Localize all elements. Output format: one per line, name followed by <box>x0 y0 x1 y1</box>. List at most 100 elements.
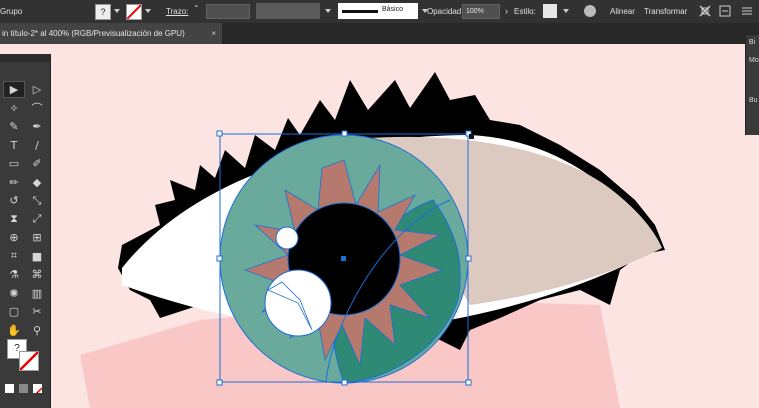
eraser-icon: ◆ <box>32 175 42 189</box>
isolate-group-icon[interactable] <box>698 4 712 18</box>
align-label[interactable]: Alinear <box>610 7 635 16</box>
paintbrush-tool[interactable]: ✐ <box>26 155 48 172</box>
style-swatch[interactable] <box>543 4 557 18</box>
opacity-label[interactable]: Opacidad: <box>427 7 463 16</box>
stroke-stepper[interactable]: ⌃ <box>193 4 201 18</box>
shape-builder-icon: ⊕ <box>9 231 19 244</box>
rotate-cursor-icon <box>469 134 474 139</box>
artboard-canvas[interactable] <box>0 44 759 408</box>
panel-item-brush[interactable]: Bu <box>749 97 758 104</box>
pencil-tool[interactable]: ✏ <box>3 174 25 191</box>
free-transform-tool[interactable]: ⤢ <box>26 211 48 228</box>
eyedropper-icon: ⚗ <box>9 268 19 281</box>
opacity-field[interactable]: 100% <box>462 4 500 19</box>
slice-tool[interactable]: ✂ <box>26 303 48 320</box>
style-dropdown-icon[interactable] <box>563 9 569 13</box>
eye-artwork[interactable] <box>0 44 759 408</box>
fill-swatch[interactable]: ? <box>95 4 111 20</box>
magic-wand-tool[interactable]: ✧ <box>3 100 25 117</box>
width-tool[interactable]: ⧗ <box>3 211 25 228</box>
width-icon: ⧗ <box>10 212 18 225</box>
pen-tool[interactable]: ✎ <box>3 118 25 135</box>
zoom-tool[interactable]: ⚲ <box>26 322 48 339</box>
rectangle-icon: ▭ <box>8 157 20 170</box>
paintbrush-icon: ✐ <box>32 157 42 170</box>
profile-dropdown-icon[interactable] <box>325 9 331 13</box>
no-stroke-icon <box>127 5 141 19</box>
symbol-sprayer-tool[interactable]: ✺ <box>3 285 25 302</box>
selection-tool[interactable]: ▶ <box>3 81 25 98</box>
line-icon: / <box>35 138 39 152</box>
variable-width-profile[interactable] <box>256 3 320 19</box>
stroke-weight-label[interactable]: Trazo: <box>166 7 188 16</box>
close-tab-icon[interactable]: × <box>211 23 216 44</box>
panel-title: Bi <box>749 39 756 46</box>
rectangle-tool[interactable]: ▭ <box>3 155 25 172</box>
highlight-small-shape <box>275 226 299 250</box>
free-transform-icon: ⤢ <box>32 212 42 225</box>
control-bar: Grupo ? Trazo: ⌃ Básico Opacidad: 100% ›… <box>0 0 759 24</box>
stroke-dropdown-icon[interactable] <box>145 9 151 13</box>
fill-stroke-control[interactable]: ? <box>5 337 43 375</box>
mesh-icon: ⌗ <box>10 249 18 262</box>
tools-panel: ▶ ▷ ✧ ⌒ ✎ ✒ T / ▭ ✐ ✏ ◆ ↺ ⤡ ⧗ ⤢ ⊕ ⊞ ⌗ ■ ⚗ ⌘ ✺ ▥ ▢ ✂ ✋ ⚲ ? <box>0 54 51 408</box>
panel-item-mode[interactable]: Mo <box>749 57 759 64</box>
symbol-sprayer-icon: ✺ <box>9 286 19 300</box>
brush-label: Básico <box>382 6 404 13</box>
lasso-tool[interactable]: ⌒ <box>26 100 48 117</box>
document-tab[interactable]: in título-2* al 400% (RGB/Previsualizaci… <box>0 23 222 44</box>
mesh-tool[interactable]: ⌗ <box>3 248 25 265</box>
document-tab-title: in título-2* al 400% (RGB/Previsualizaci… <box>2 29 185 38</box>
gradient-tool[interactable]: ■ <box>26 248 48 265</box>
curvature-tool[interactable]: ✒ <box>26 118 48 135</box>
center-point <box>341 256 346 261</box>
stroke-weight-field[interactable] <box>206 4 250 19</box>
color-mode-icon[interactable] <box>5 384 14 393</box>
eraser-tool[interactable]: ◆ <box>26 174 48 191</box>
curvature-icon: ✒ <box>32 120 42 133</box>
transform-each-icon[interactable] <box>718 4 732 18</box>
pen-icon: ✎ <box>9 120 19 133</box>
artboard-tool[interactable]: ▢ <box>3 303 25 320</box>
document-tab-bar: in título-2* al 400% (RGB/Previsualizaci… <box>0 23 759 44</box>
selection-icon: ▶ <box>9 83 19 96</box>
brush-definition[interactable]: Básico <box>338 3 418 19</box>
hand-tool[interactable]: ✋ <box>3 322 25 339</box>
rotate-tool[interactable]: ↺ <box>3 192 25 209</box>
column-graph-icon: ▥ <box>31 286 43 300</box>
stroke-color-box[interactable] <box>19 351 39 371</box>
shape-builder-tool[interactable]: ⊕ <box>3 229 25 246</box>
stroke-swatch[interactable] <box>126 4 142 20</box>
panel-menu-icon[interactable] <box>740 4 754 18</box>
gradient-icon: ■ <box>31 249 43 263</box>
gradient-mode-icon[interactable] <box>19 384 28 393</box>
hand-icon: ✋ <box>7 323 21 337</box>
perspective-grid-tool[interactable]: ⊞ <box>26 229 48 246</box>
direct-selection-tool[interactable]: ▷ <box>26 81 48 98</box>
properties-panel[interactable]: Bi Mo Bu <box>745 35 759 135</box>
zoom-icon: ⚲ <box>32 323 42 337</box>
opacity-arrow-icon[interactable]: › <box>505 6 508 16</box>
line-tool[interactable]: / <box>26 137 48 154</box>
recolor-artwork-icon[interactable] <box>584 5 596 17</box>
blend-tool[interactable]: ⌘ <box>26 266 48 283</box>
perspective-grid-icon: ⊞ <box>32 231 42 244</box>
transform-label[interactable]: Transformar <box>644 7 687 16</box>
type-tool[interactable]: T <box>3 137 25 154</box>
blend-icon: ⌘ <box>31 268 43 281</box>
lasso-icon: ⌒ <box>31 102 43 115</box>
type-icon: T <box>10 138 18 152</box>
scale-tool[interactable]: ⤡ <box>26 192 48 209</box>
column-graph-tool[interactable]: ▥ <box>26 285 48 302</box>
fill-dropdown-icon[interactable] <box>114 9 120 13</box>
slice-icon: ✂ <box>32 305 42 318</box>
tools-panel-header <box>0 54 50 62</box>
brush-stroke-preview <box>342 10 378 13</box>
eyedropper-tool[interactable]: ⚗ <box>3 266 25 283</box>
none-mode-icon[interactable] <box>33 384 42 393</box>
no-stroke-icon <box>20 352 38 370</box>
pencil-icon: ✏ <box>9 175 19 189</box>
rotate-icon: ↺ <box>9 194 19 207</box>
artboard-icon: ▢ <box>8 305 20 318</box>
style-label[interactable]: Estilo: <box>514 7 536 16</box>
